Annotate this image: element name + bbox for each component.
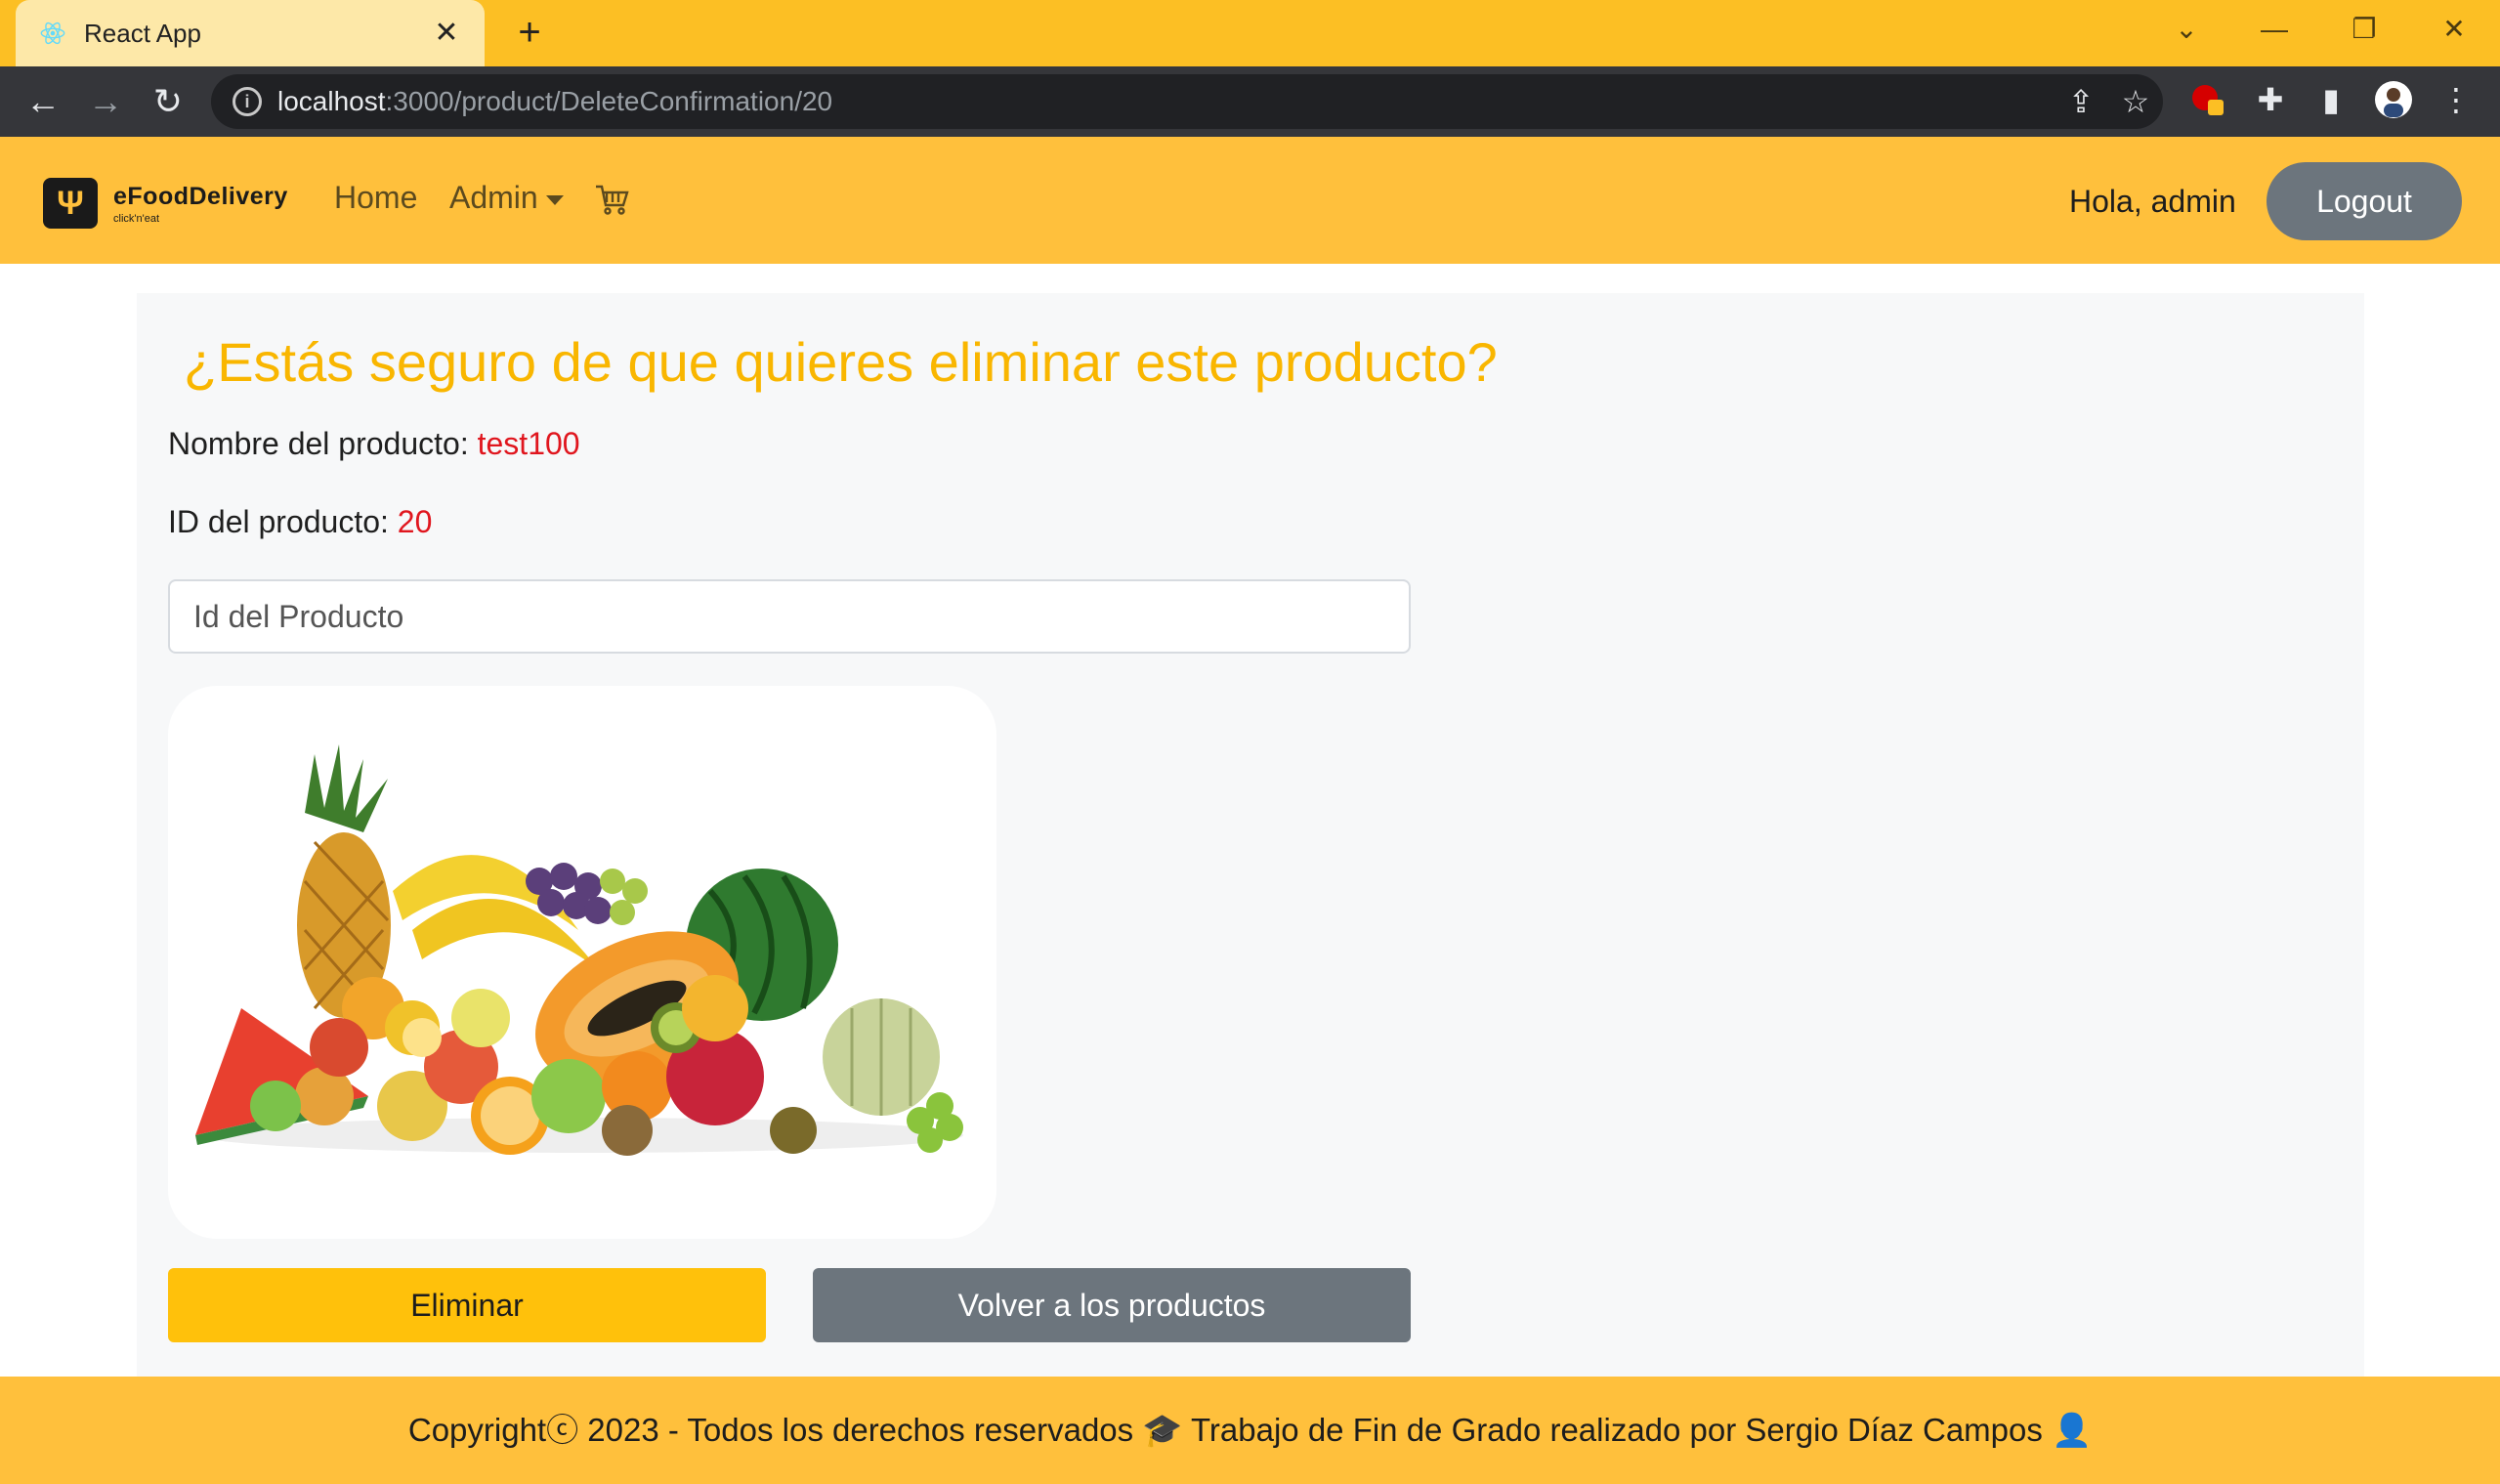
app-navbar: Ψ eFoodDelivery click'n'eat Home Admin H… — [0, 137, 2500, 264]
browser-tab[interactable]: React App ✕ — [16, 0, 485, 66]
forward-icon[interactable]: → — [84, 80, 127, 123]
nav-home-link[interactable]: Home — [334, 180, 417, 216]
product-id-value: 20 — [397, 504, 433, 539]
nav-admin-dropdown[interactable]: Admin — [449, 180, 564, 216]
address-bar[interactable]: i localhost:3000/product/DeleteConfirmat… — [211, 74, 2163, 129]
caret-down-icon — [545, 194, 564, 205]
minimize-icon[interactable]: — — [2251, 10, 2298, 49]
product-name-value: test100 — [477, 426, 580, 461]
url-text[interactable]: localhost:3000/product/DeleteConfirmatio… — [277, 86, 832, 117]
nav-admin-label: Admin — [449, 180, 538, 215]
product-id-label: ID del producto: — [168, 504, 398, 539]
menu-kebab-icon[interactable]: ⋮ — [2436, 80, 2476, 119]
tab-search-icon[interactable]: ⌄ — [2163, 10, 2210, 49]
fork-knife-logo-icon: Ψ — [43, 178, 98, 229]
close-window-icon[interactable]: ✕ — [2431, 10, 2478, 49]
extensions-puzzle-icon[interactable]: ✚ — [2251, 80, 2290, 119]
react-icon — [39, 20, 66, 47]
bookmark-star-icon[interactable]: ☆ — [2118, 84, 2153, 119]
footer: Copyrightⓒ 2023 - Todos los derechos res… — [0, 1377, 2500, 1484]
product-id-input[interactable]: Id del Producto — [168, 579, 1411, 654]
restore-icon[interactable]: ❐ — [2341, 10, 2388, 49]
extension-badge-icon[interactable] — [2188, 80, 2227, 119]
reload-icon[interactable]: ↻ — [147, 80, 190, 123]
browser-toolbar: ← → ↻ i localhost:3000/product/DeleteCon… — [0, 66, 2500, 137]
pineapple-illustration — [297, 744, 391, 1018]
side-panel-icon[interactable]: ▮ — [2311, 80, 2351, 119]
brand-name: eFoodDelivery — [113, 182, 288, 210]
product-image — [168, 686, 996, 1239]
back-icon[interactable]: ← — [21, 80, 64, 123]
product-id-line: ID del producto: 20 — [168, 504, 432, 540]
back-to-products-button[interactable]: Volver a los productos — [813, 1268, 1411, 1342]
brand[interactable]: Ψ eFoodDelivery click'n'eat — [43, 178, 288, 229]
cart-icon[interactable] — [594, 184, 629, 217]
product-name-line: Nombre del producto: test100 — [168, 426, 580, 462]
tab-title: React App — [84, 18, 201, 48]
user-greeting: Hola, admin — [2069, 184, 2236, 219]
profile-avatar[interactable] — [2374, 80, 2413, 119]
site-info-icon[interactable]: i — [233, 87, 262, 116]
delete-confirmation-card: ¿Estás seguro de que quieres eliminar es… — [137, 293, 2364, 1377]
share-icon[interactable]: ⇪ — [2063, 84, 2098, 119]
close-tab-icon[interactable]: ✕ — [430, 17, 463, 50]
new-tab-icon[interactable]: + — [510, 13, 549, 53]
footer-text: Copyrightⓒ 2023 - Todos los derechos res… — [407, 1412, 2093, 1448]
browser-tab-bar: React App ✕ + ⌄ — ❐ ✕ — [0, 0, 2500, 66]
brand-tagline: click'n'eat — [113, 212, 159, 225]
logout-button[interactable]: Logout — [2267, 162, 2462, 240]
product-name-label: Nombre del producto: — [168, 426, 478, 461]
delete-button[interactable]: Eliminar — [168, 1268, 766, 1342]
page-title: ¿Estás seguro de que quieres eliminar es… — [184, 331, 1498, 393]
